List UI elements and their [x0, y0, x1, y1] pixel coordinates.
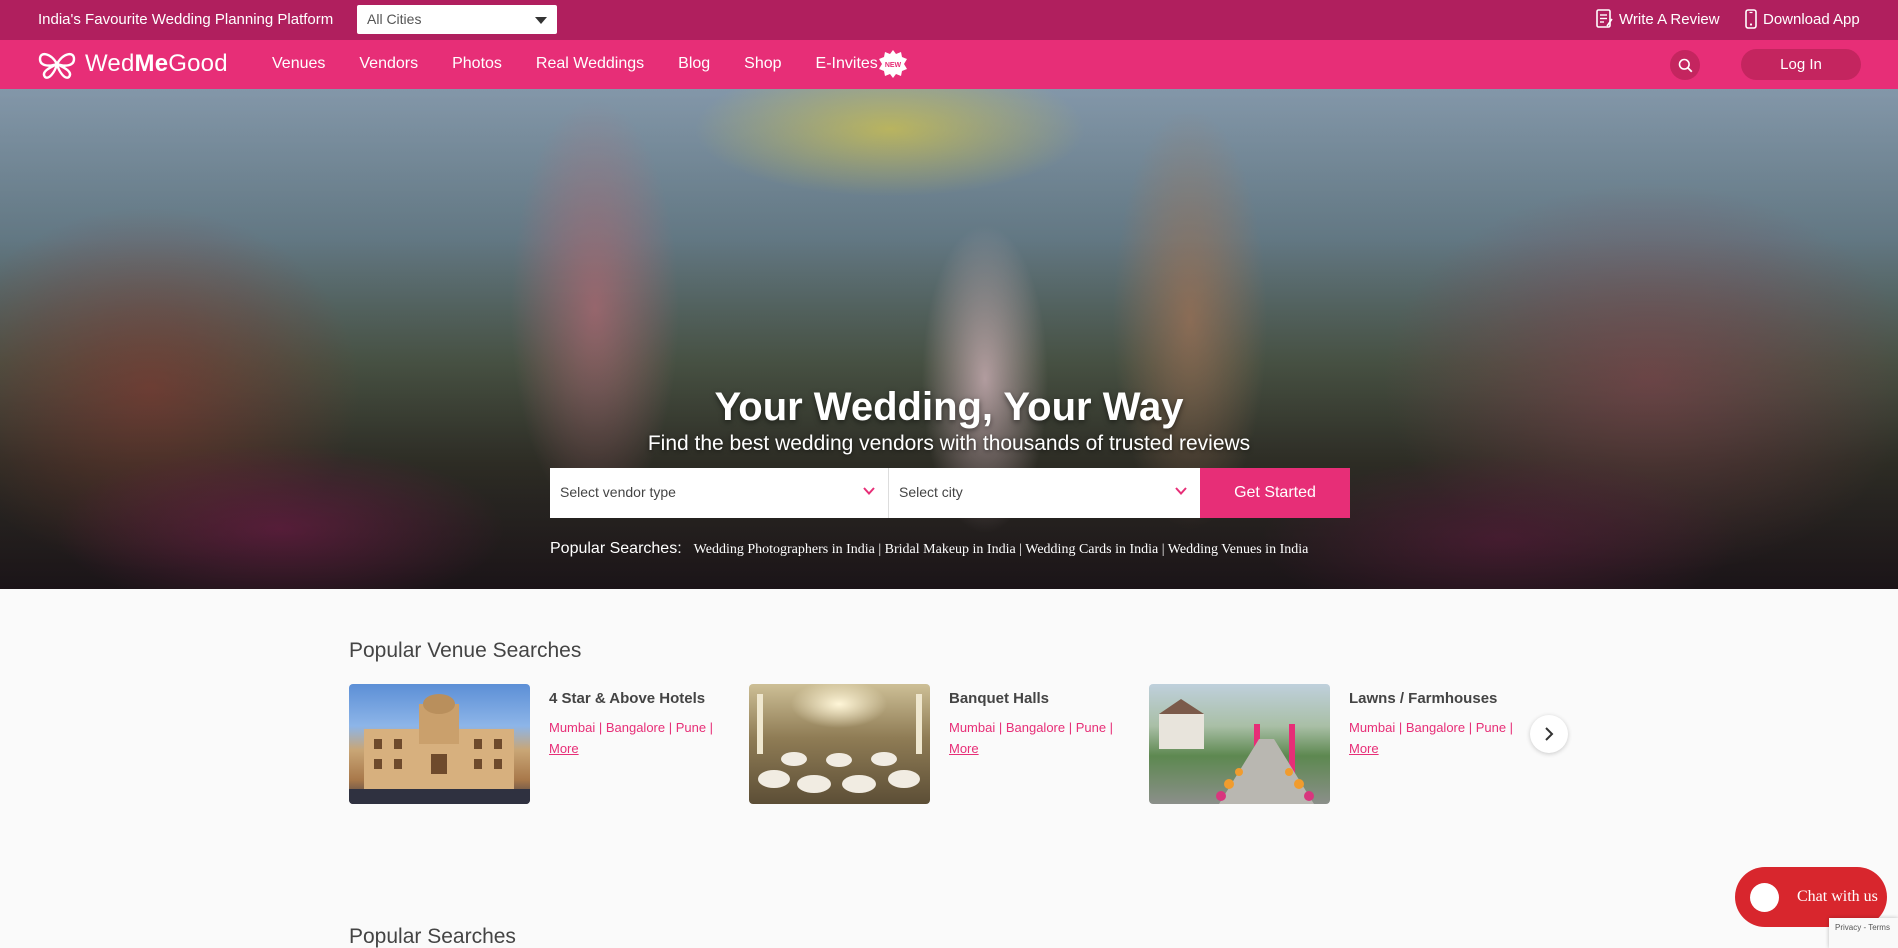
venue-card[interactable]: Banquet Halls Mumbai | Bangalore | Pune … — [749, 684, 1149, 804]
venue-city-links[interactable]: Mumbai | Bangalore | Pune | — [949, 720, 1113, 735]
venue-cities: Mumbai | Bangalore | Pune | More — [1349, 717, 1539, 759]
venue-name[interactable]: 4 Star & Above Hotels — [549, 690, 705, 707]
hero-title: Your Wedding, Your Way — [714, 385, 1184, 429]
venue-section-title: Popular Venue Searches — [349, 639, 582, 662]
hero-subtitle: Find the best wedding vendors with thous… — [647, 432, 1251, 455]
write-review-link[interactable]: Write A Review — [1596, 9, 1720, 29]
popular-search-links[interactable]: Wedding Photographers in India | Bridal … — [694, 542, 1309, 558]
venue-cities: Mumbai | Bangalore | Pune | More — [949, 717, 1139, 759]
nav-item-blog[interactable]: Blog — [678, 55, 710, 73]
venue-image[interactable] — [1149, 684, 1330, 804]
city-select[interactable]: All Cities — [357, 5, 557, 34]
chevron-down-icon — [1175, 487, 1187, 495]
carousel-next-button[interactable] — [1530, 715, 1568, 753]
popular-searches-row: Popular Searches: Wedding Photographers … — [550, 540, 1308, 558]
write-review-label: Write A Review — [1619, 10, 1720, 28]
venue-more-link[interactable]: More — [549, 741, 579, 756]
download-app-link[interactable]: Download App — [1745, 9, 1860, 29]
logo-text: WedMeGood — [85, 50, 228, 77]
lawn-illustration — [1159, 699, 1314, 804]
hotel-illustration — [349, 694, 530, 804]
logo[interactable]: WedMeGood — [37, 49, 228, 79]
vendor-type-select[interactable]: Select vendor type — [550, 468, 889, 518]
popular-searches-label: Popular Searches: — [550, 540, 682, 557]
city-select-value: All Cities — [367, 11, 422, 27]
venue-more-link[interactable]: More — [949, 741, 979, 756]
recaptcha-text: Privacy - Terms — [1835, 923, 1890, 932]
search-button[interactable] — [1670, 50, 1700, 80]
get-started-button[interactable]: Get Started — [1200, 468, 1350, 518]
search-icon — [1678, 58, 1692, 72]
login-button[interactable]: Log In — [1741, 49, 1861, 80]
phone-icon — [1745, 9, 1757, 29]
venue-city-links[interactable]: Mumbai | Bangalore | Pune | — [1349, 720, 1513, 735]
chevron-right-icon — [1545, 727, 1554, 741]
recaptcha-badge[interactable]: Privacy - Terms — [1829, 918, 1898, 948]
nav-item-venues[interactable]: Venues — [272, 55, 325, 73]
vendor-search-bar: Select vendor type Select city Get Start… — [550, 468, 1350, 518]
download-app-label: Download App — [1763, 10, 1860, 28]
city-placeholder: Select city — [899, 484, 963, 500]
venue-city-links[interactable]: Mumbai | Bangalore | Pune | — [549, 720, 713, 735]
main-navbar: WedMeGood Venues Vendors Photos Real Wed… — [0, 40, 1898, 89]
nav-item-e-invites[interactable]: E-Invites — [816, 55, 878, 73]
nav-menu: Venues Vendors Photos Real Weddings Blog… — [272, 55, 912, 73]
nav-item-vendors[interactable]: Vendors — [359, 55, 418, 73]
venue-cities: Mumbai | Bangalore | Pune | More — [549, 717, 739, 759]
review-icon — [1596, 9, 1613, 28]
venue-name[interactable]: Lawns / Farmhouses — [1349, 690, 1497, 707]
chat-label: Chat with us — [1797, 888, 1878, 905]
nav-item-shop[interactable]: Shop — [744, 55, 781, 73]
city-select-field[interactable]: Select city — [889, 468, 1200, 518]
vendor-type-placeholder: Select vendor type — [560, 484, 676, 500]
top-strip: India's Favourite Wedding Planning Platf… — [0, 0, 1898, 40]
caret-down-icon — [535, 17, 547, 24]
venue-card[interactable]: Lawns / Farmhouses Mumbai | Bangalore | … — [1149, 684, 1549, 804]
chat-icon — [1750, 882, 1779, 912]
new-badge-icon: NEW — [879, 50, 907, 78]
nav-item-photos[interactable]: Photos — [452, 55, 502, 73]
nav-item-real-weddings[interactable]: Real Weddings — [536, 55, 644, 73]
new-badge-label: NEW — [885, 62, 902, 69]
banquet-illustration — [757, 694, 922, 793]
venue-card[interactable]: 4 Star & Above Hotels Mumbai | Bangalore… — [349, 684, 749, 804]
chevron-down-icon — [863, 487, 875, 495]
venue-name[interactable]: Banquet Halls — [949, 690, 1049, 707]
venue-more-link[interactable]: More — [1349, 741, 1379, 756]
popular-searches-section-title: Popular Searches — [349, 925, 516, 948]
venue-image[interactable] — [349, 684, 530, 804]
venue-image[interactable] — [749, 684, 930, 804]
logo-icon — [38, 52, 76, 79]
tagline: India's Favourite Wedding Planning Platf… — [38, 11, 334, 28]
